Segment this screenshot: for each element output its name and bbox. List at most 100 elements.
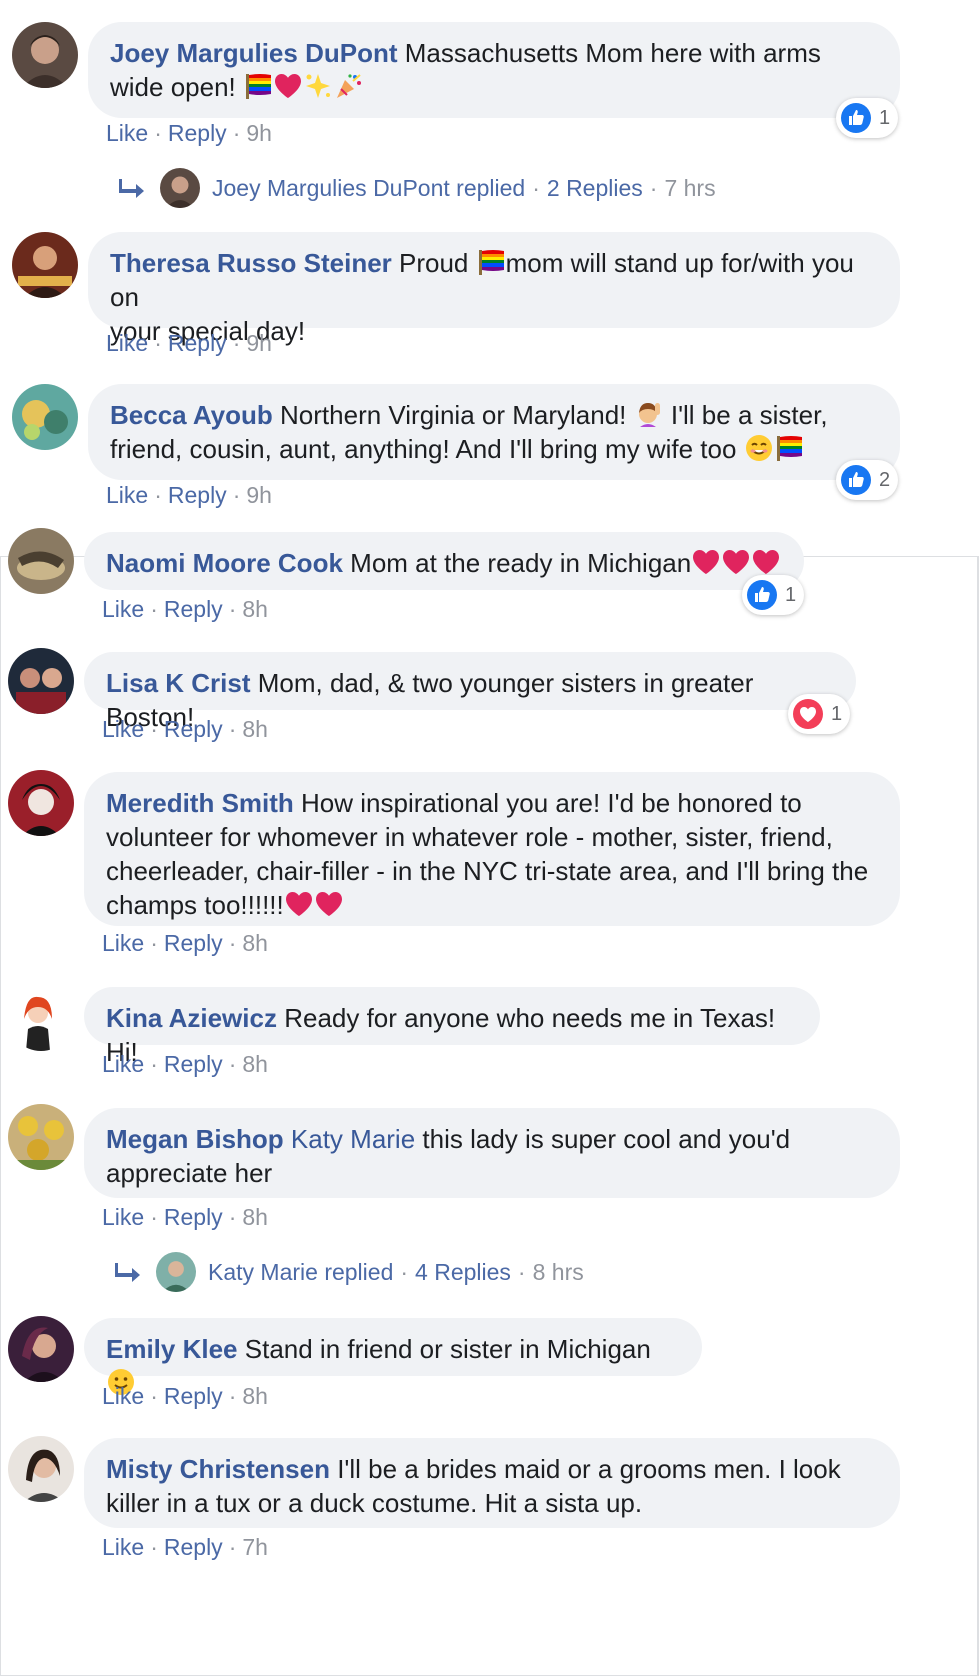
comment-text: cheerleader, chair-filler - in the NYC t…	[106, 856, 869, 886]
comment-text: I'll be a sister,	[670, 400, 828, 430]
comment-actions: Like · Reply · 8h	[102, 1383, 268, 1410]
separator: ·	[150, 1383, 158, 1409]
comment-time[interactable]: 9h	[246, 120, 272, 146]
avatar[interactable]	[12, 22, 78, 88]
dizzy-stars-icon	[303, 71, 333, 101]
separator: ·	[228, 1534, 237, 1560]
comment-actions: Like · Reply · 9h	[106, 120, 272, 147]
replies-count[interactable]: 2 Replies	[547, 175, 643, 202]
like-link[interactable]: Like	[106, 330, 148, 356]
comment-bubble: Becca Ayoub Northern Virginia or Marylan…	[88, 384, 900, 480]
like-reaction-icon	[840, 464, 872, 496]
separator: ·	[150, 930, 158, 956]
separator: ·	[532, 174, 540, 201]
like-link[interactable]: Like	[102, 1534, 144, 1560]
reaction-badge[interactable]: 1	[788, 694, 851, 734]
comment-actions: Like · Reply · 9h	[106, 482, 272, 509]
replied-name[interactable]: Katy Marie replied	[208, 1259, 393, 1286]
comment-text: volunteer for whomever in whatever role …	[106, 822, 833, 852]
comment-author[interactable]: Kina Aziewicz	[106, 1003, 277, 1033]
comment-time[interactable]: 8h	[242, 930, 268, 956]
avatar[interactable]	[8, 1104, 74, 1170]
love-reaction-icon	[792, 698, 824, 730]
comment-author[interactable]: Theresa Russo Steiner	[110, 248, 392, 278]
comment-time[interactable]: 7h	[242, 1534, 268, 1560]
like-link[interactable]: Like	[102, 1051, 144, 1077]
like-reaction-icon	[746, 579, 778, 611]
avatar[interactable]	[12, 384, 78, 450]
comment-time[interactable]: 8h	[242, 716, 268, 742]
comment-bubble: Misty Christensen I'll be a brides maid …	[84, 1438, 900, 1528]
reply-arrow-icon	[112, 1260, 142, 1284]
comment-time[interactable]: 9h	[246, 330, 272, 356]
reply-link[interactable]: Reply	[164, 1204, 223, 1230]
reply-link[interactable]: Reply	[164, 1383, 223, 1409]
avatar[interactable]	[12, 232, 78, 298]
comment-time[interactable]: 8h	[242, 596, 268, 622]
like-reaction-icon	[840, 102, 872, 134]
comment-text: I'll be a brides maid or a grooms men. I…	[337, 1454, 841, 1484]
like-link[interactable]: Like	[102, 716, 144, 742]
comment-actions: Like · Reply · 8h	[102, 1204, 268, 1231]
comment-time[interactable]: 9h	[246, 482, 272, 508]
tagged-user[interactable]: Katy Marie	[291, 1124, 415, 1154]
reaction-count: 1	[831, 702, 843, 725]
comment-author[interactable]: Naomi Moore Cook	[106, 548, 343, 578]
avatar[interactable]	[8, 770, 74, 836]
reply-link[interactable]: Reply	[164, 596, 223, 622]
comment-author[interactable]: Lisa K Crist	[106, 668, 251, 698]
reply-link[interactable]: Reply	[168, 482, 227, 508]
separator: ·	[228, 1383, 237, 1409]
comment-time[interactable]: 8h	[242, 1204, 268, 1230]
comment-time[interactable]: 8h	[242, 1383, 268, 1409]
like-link[interactable]: Like	[106, 120, 148, 146]
avatar[interactable]	[8, 1436, 74, 1502]
comment-actions: Like · Reply · 8h	[102, 930, 268, 957]
red-heart-icon	[273, 71, 303, 101]
comment-text: Proud	[399, 248, 469, 278]
comment-author[interactable]: Megan Bishop	[106, 1124, 284, 1154]
reply-link[interactable]: Reply	[164, 716, 223, 742]
comment-time[interactable]: 8h	[242, 1051, 268, 1077]
separator: ·	[154, 120, 162, 146]
comment-bubble: Naomi Moore Cook Mom at the ready in Mic…	[84, 532, 804, 590]
replied-name[interactable]: Joey Margulies DuPont replied	[212, 175, 525, 202]
reaction-badge[interactable]: 1	[742, 575, 805, 615]
reply-link[interactable]: Reply	[164, 1051, 223, 1077]
separator: ·	[150, 1534, 158, 1560]
like-link[interactable]: Like	[102, 596, 144, 622]
smiling-face-icon	[744, 433, 774, 463]
like-link[interactable]: Like	[102, 1383, 144, 1409]
avatar[interactable]	[8, 528, 74, 594]
like-link[interactable]: Like	[106, 482, 148, 508]
like-link[interactable]: Like	[102, 930, 144, 956]
comment-author[interactable]: Emily Klee	[106, 1334, 238, 1364]
comment-author[interactable]: Joey Margulies DuPont	[110, 38, 398, 68]
separator: ·	[154, 482, 162, 508]
view-replies-row[interactable]: Joey Margulies DuPont replied · 2 Replies ·…	[116, 166, 716, 210]
comment-author[interactable]: Becca Ayoub	[110, 400, 273, 430]
replies-count[interactable]: 4 Replies	[415, 1259, 511, 1286]
comment-author[interactable]: Misty Christensen	[106, 1454, 330, 1484]
reaction-badge[interactable]: 2	[836, 460, 899, 500]
reply-link[interactable]: Reply	[164, 1534, 223, 1560]
comment-author[interactable]: Meredith Smith	[106, 788, 294, 818]
comment-text: How inspirational you are! I'd be honore…	[301, 788, 802, 818]
separator: ·	[232, 330, 241, 356]
avatar[interactable]	[8, 985, 74, 1051]
reaction-badge[interactable]: 1	[836, 98, 899, 138]
reply-link[interactable]: Reply	[164, 930, 223, 956]
reply-link[interactable]: Reply	[168, 330, 227, 356]
comment-bubble: Kina Aziewicz Ready for anyone who needs…	[84, 987, 820, 1067]
raising-hand-icon	[634, 399, 664, 429]
separator: ·	[150, 596, 158, 622]
comment-actions: Like · Reply · 8h	[102, 716, 268, 743]
comment-text: champs too!!!!!!	[106, 890, 284, 920]
like-link[interactable]: Like	[102, 1204, 144, 1230]
avatar[interactable]	[8, 1316, 74, 1382]
reaction-count: 2	[879, 468, 891, 491]
view-replies-row[interactable]: Katy Marie replied · 4 Replies · 8 hrs	[112, 1250, 584, 1294]
separator: ·	[517, 1258, 526, 1285]
avatar[interactable]	[8, 648, 74, 714]
reply-link[interactable]: Reply	[168, 120, 227, 146]
